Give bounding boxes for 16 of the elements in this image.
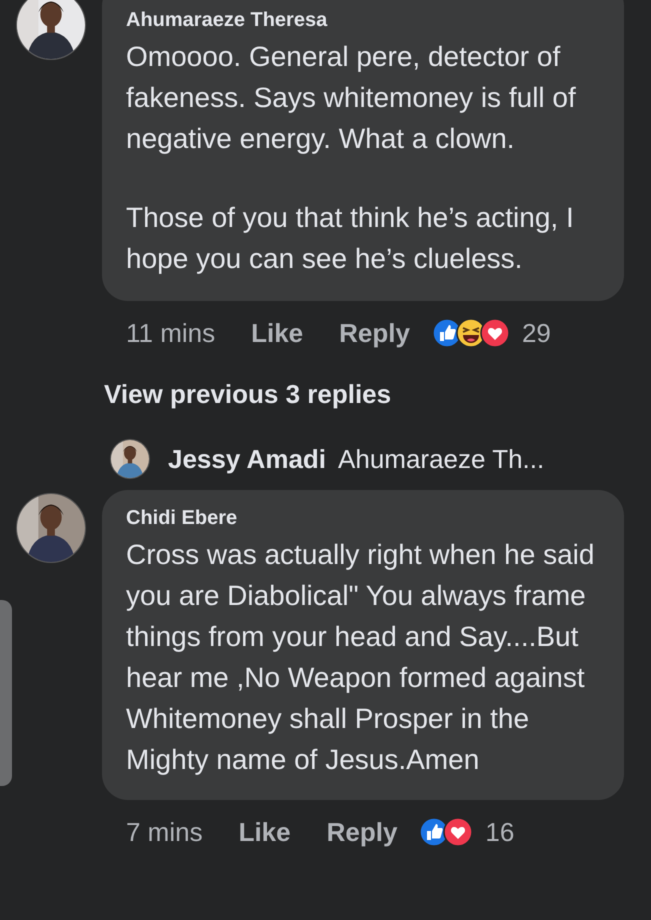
reaction-count: 16	[485, 816, 514, 848]
comment-text: Omoooo. General pere, detector of fakeness. Says whitemoney is full of negative energy. What a clown.	[126, 40, 577, 156]
timestamp: 7 mins	[126, 816, 203, 848]
author-name[interactable]: Ahumaraeze Theresa	[126, 6, 608, 34]
reply-author[interactable]: Jessy Amadi	[168, 440, 326, 478]
action-link[interactable]: Like	[238, 812, 291, 852]
timestamp: 11 mins	[126, 316, 216, 350]
comment-text: Cross was actually right when he said you are Diabolical" You always frame things from your head and Say....But hear me ,No Weapon formed against Whitemoney shall Prosper in the Mighty name of Jesus.Amen	[126, 538, 596, 777]
reaction-count: 29	[522, 316, 551, 350]
author-name[interactable]: Chidi Ebere	[126, 504, 608, 532]
action-link[interactable]: Like	[251, 314, 304, 352]
view-replies-link[interactable]: View previous 3 replies	[104, 375, 392, 414]
comment-text: Those of you that think he’s acting, I hope you can see he’s clueless.	[126, 201, 575, 276]
reply-preview-text[interactable]: Ahumaraeze Th...	[338, 440, 544, 478]
action-link[interactable]: Reply	[339, 314, 410, 352]
action-link[interactable]: Reply	[326, 812, 398, 852]
